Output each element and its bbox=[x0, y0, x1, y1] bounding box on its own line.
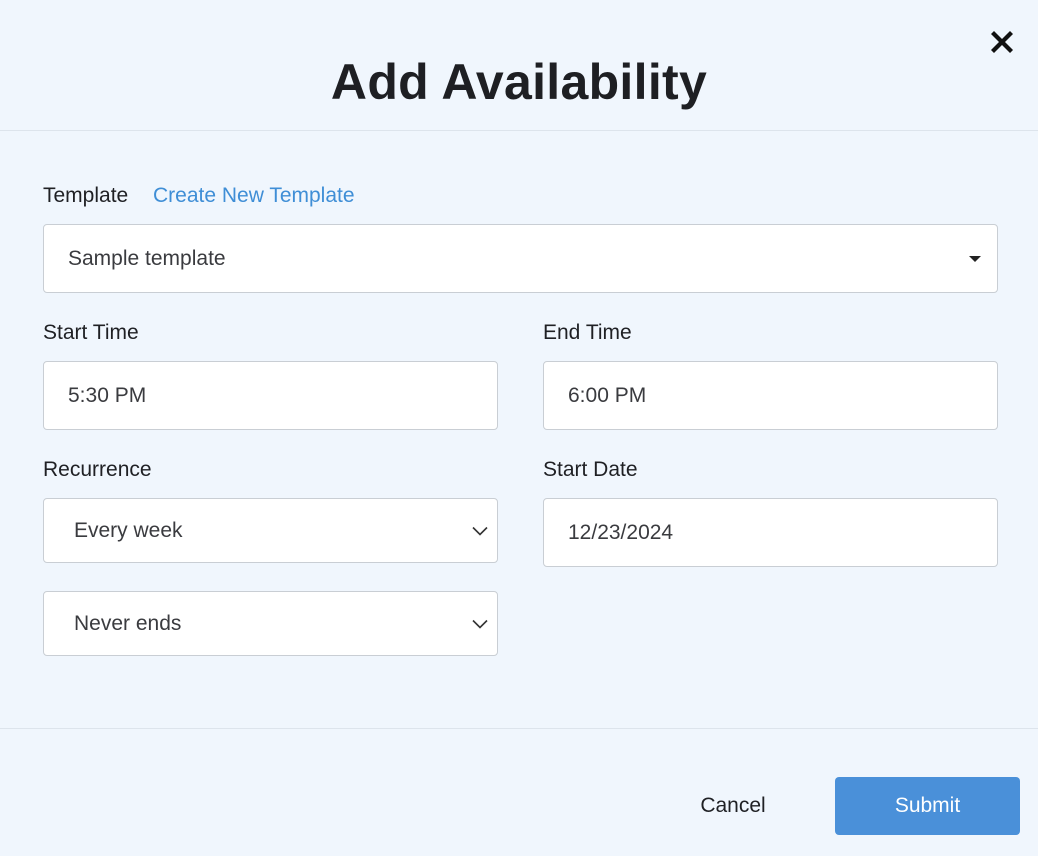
start-time-value: 5:30 PM bbox=[68, 383, 147, 407]
add-availability-dialog: Add Availability Template Create New Tem… bbox=[0, 0, 1038, 856]
dialog-title: Add Availability bbox=[330, 54, 708, 110]
dialog-header: Add Availability bbox=[0, 0, 1038, 131]
recurrence-label: Recurrence bbox=[43, 458, 152, 481]
recurrence-select-value: Every week bbox=[74, 518, 183, 542]
cancel-button[interactable]: Cancel bbox=[680, 778, 786, 834]
template-label: Template bbox=[43, 184, 129, 207]
end-condition-select[interactable]: Never ends bbox=[43, 591, 498, 656]
end-time-label: End Time bbox=[543, 321, 632, 344]
chevron-down-icon bbox=[472, 619, 488, 629]
start-date-input[interactable]: 12/23/2024 bbox=[543, 498, 998, 567]
end-condition-select-value: Never ends bbox=[74, 611, 182, 635]
start-date-label: Start Date bbox=[543, 458, 638, 481]
template-select[interactable]: Sample template bbox=[43, 224, 998, 293]
recurrence-select[interactable]: Every week bbox=[43, 498, 498, 563]
close-button[interactable] bbox=[984, 24, 1020, 60]
end-time-value: 6:00 PM bbox=[568, 383, 647, 407]
start-time-input[interactable]: 5:30 PM bbox=[43, 361, 498, 430]
start-time-label: Start Time bbox=[43, 321, 139, 344]
caret-down-icon bbox=[969, 255, 981, 262]
submit-button[interactable]: Submit bbox=[835, 777, 1020, 835]
close-icon bbox=[991, 31, 1013, 53]
start-date-value: 12/23/2024 bbox=[568, 520, 674, 544]
footer-divider bbox=[0, 728, 1038, 729]
chevron-down-icon bbox=[472, 526, 488, 536]
create-new-template-link[interactable]: Create New Template bbox=[153, 184, 355, 208]
template-select-value: Sample template bbox=[68, 246, 226, 270]
end-time-input[interactable]: 6:00 PM bbox=[543, 361, 998, 430]
